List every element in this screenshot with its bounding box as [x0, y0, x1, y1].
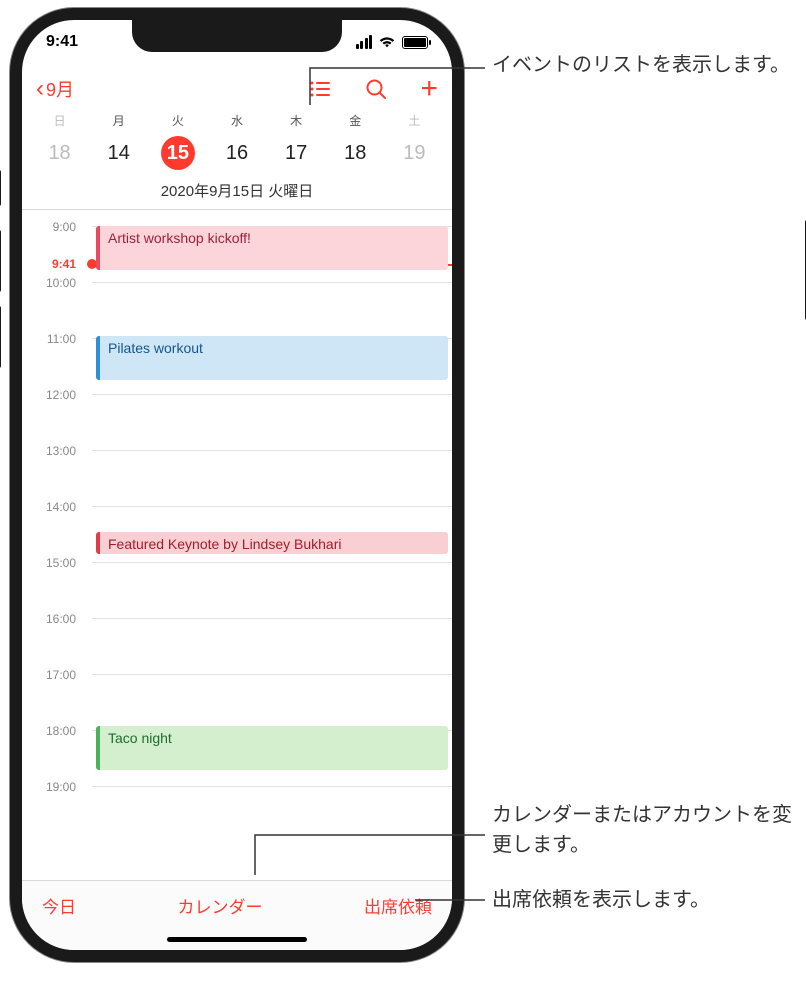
battery-icon: [402, 36, 428, 49]
phone-frame: 9:41 ‹ 9月 + 日月火水木金土 18141516171819 2020年…: [10, 8, 464, 962]
hour-label: 16:00: [22, 612, 82, 626]
weekday-label: 火: [148, 112, 207, 129]
weekday-label: 木: [267, 112, 326, 129]
inbox-button[interactable]: 出席依頼: [364, 893, 432, 918]
callout-inbox: 出席依頼を表示します。: [492, 885, 802, 915]
status-time: 9:41: [46, 33, 78, 51]
search-icon[interactable]: [364, 77, 388, 101]
hour-label: 11:00: [22, 332, 82, 346]
day-cell[interactable]: 17: [267, 135, 326, 171]
weekday-label: 日: [30, 112, 89, 129]
callout-list: イベントのリストを表示します。: [492, 50, 792, 80]
day-cell[interactable]: 14: [89, 135, 148, 171]
now-indicator: 9:41: [22, 257, 82, 271]
back-button[interactable]: ‹ 9月: [36, 76, 74, 102]
add-icon[interactable]: +: [420, 74, 438, 104]
hour-label: 15:00: [22, 556, 82, 570]
day-cell[interactable]: 15: [148, 135, 207, 171]
weekday-label: 土: [385, 112, 444, 129]
weekday-label: 水: [207, 112, 266, 129]
date-heading: 2020年9月15日 火曜日: [22, 180, 452, 210]
weekday-label: 金: [326, 112, 385, 129]
calendar-event[interactable]: Artist workshop kickoff!: [96, 226, 448, 270]
list-icon[interactable]: [308, 77, 332, 101]
calendar-event[interactable]: Featured Keynote by Lindsey Bukhari: [96, 532, 448, 554]
callout-calendars: カレンダーまたはアカウントを変更します。: [492, 800, 802, 860]
hour-label: 17:00: [22, 668, 82, 682]
chevron-left-icon: ‹: [36, 77, 44, 101]
calendar-event[interactable]: Taco night: [96, 726, 448, 770]
day-cell[interactable]: 16: [207, 135, 266, 171]
hour-label: 10:00: [22, 276, 82, 290]
back-label: 9月: [46, 76, 74, 102]
home-indicator[interactable]: [167, 937, 307, 942]
notch: [132, 20, 342, 52]
week-row: 日月火水木金土 18141516171819: [22, 112, 452, 171]
hour-label: 12:00: [22, 388, 82, 402]
status-right: [356, 35, 429, 49]
today-button[interactable]: 今日: [42, 893, 76, 918]
bottom-toolbar: 今日 カレンダー 出席依頼: [22, 880, 452, 950]
hour-label: 19:00: [22, 780, 82, 794]
hour-label: 18:00: [22, 724, 82, 738]
hour-label: 9:00: [22, 220, 82, 234]
calendar-event[interactable]: Pilates workout: [96, 336, 448, 380]
schedule-view[interactable]: 9:00 10:00 11:00 12:00 13:00 14:00 15:00 16:00 1…: [22, 208, 452, 880]
day-cell[interactable]: 19: [385, 135, 444, 171]
hour-label: 14:00: [22, 500, 82, 514]
nav-bar: ‹ 9月 +: [22, 68, 452, 110]
signal-icon: [356, 35, 373, 49]
day-cell[interactable]: 18: [30, 135, 89, 171]
weekday-label: 月: [89, 112, 148, 129]
day-cell[interactable]: 18: [326, 135, 385, 171]
wifi-icon: [378, 35, 396, 49]
calendars-button[interactable]: カレンダー: [178, 893, 263, 918]
hour-label: 13:00: [22, 444, 82, 458]
